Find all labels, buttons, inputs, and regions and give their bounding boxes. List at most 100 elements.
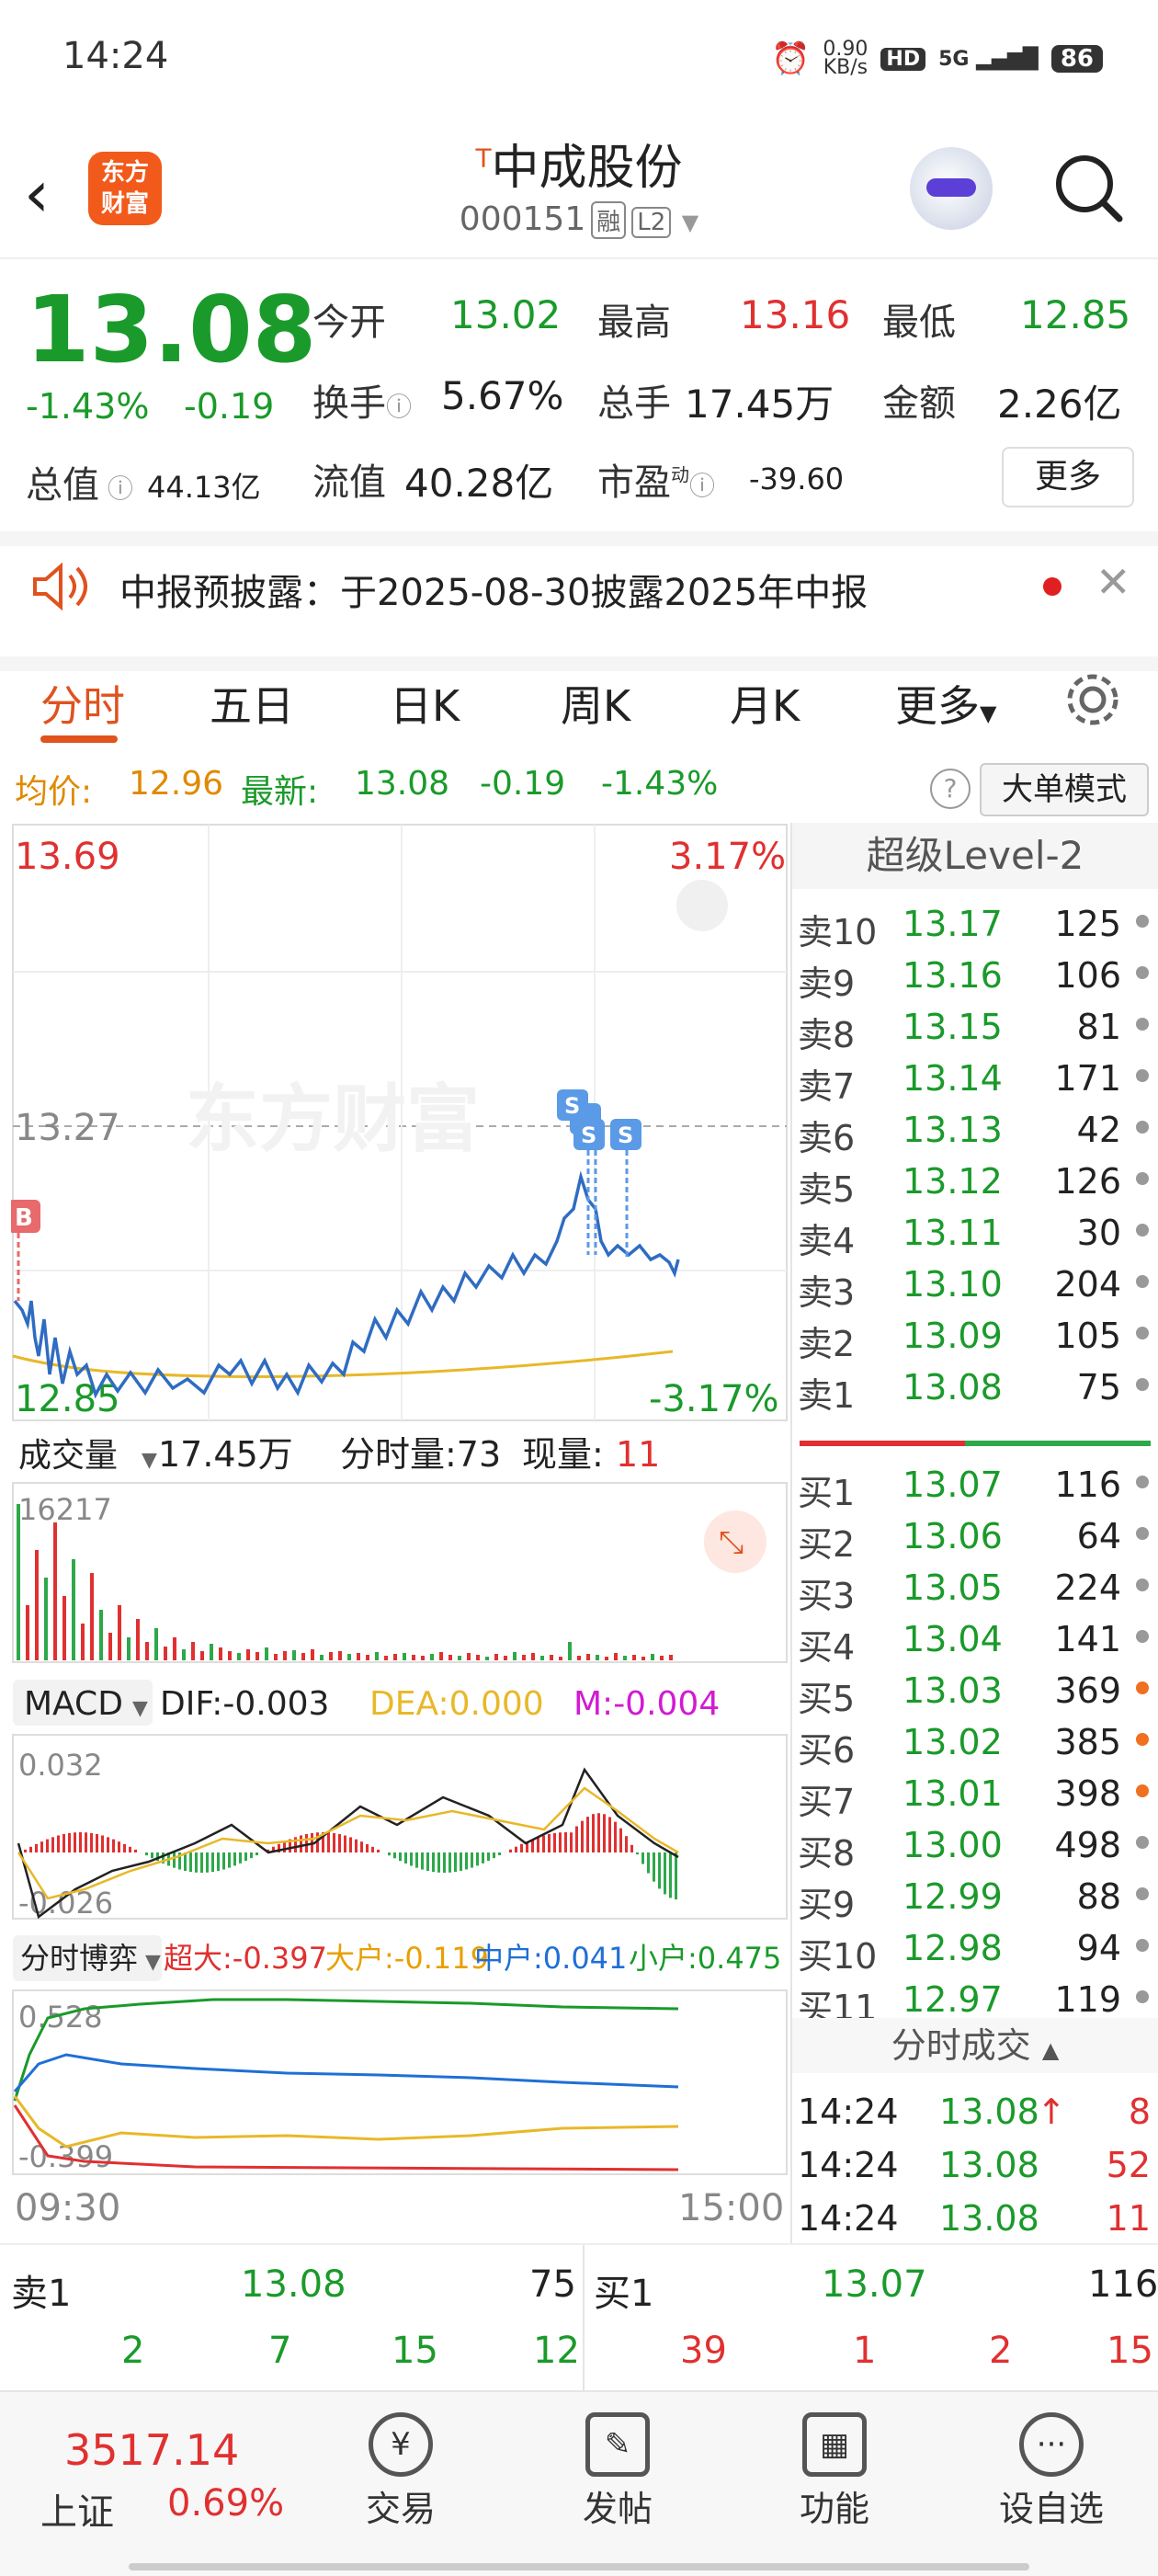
tab-five-day[interactable]: 五日 xyxy=(210,673,294,734)
macd-bar xyxy=(597,1813,600,1852)
order-dot-icon xyxy=(1136,1939,1149,1952)
macd-bar xyxy=(333,1833,335,1852)
battery-icon: 86 xyxy=(1051,45,1103,73)
macd-bar xyxy=(520,1844,523,1852)
volume-bar xyxy=(430,1654,434,1660)
macd-bar xyxy=(283,1841,286,1852)
volume-bar xyxy=(660,1656,664,1660)
low-value: 12.85 xyxy=(1020,292,1130,337)
status-bar: 14:24 ⏰ 0.90 KB/s HD 5G ▂▄▆█ 86 xyxy=(0,0,1158,120)
help-icon[interactable]: ? xyxy=(930,769,971,809)
queue-item: 15 xyxy=(392,2330,438,2372)
macd-bar xyxy=(564,1832,567,1852)
small-flow-line xyxy=(15,2000,678,2101)
nav-functions[interactable]: ▦ 功能 xyxy=(743,2392,926,2531)
order-book-row[interactable]: 卖713.14171 xyxy=(792,1051,1158,1102)
order-book-row[interactable]: 买113.07116 xyxy=(792,1457,1158,1509)
volume-bar xyxy=(118,1605,121,1660)
nav-trade[interactable]: ¥ 交易 xyxy=(309,2392,493,2531)
order-book-row[interactable]: 买1112.97119 xyxy=(792,1972,1158,2023)
intraday-chart[interactable]: 东方财富 13.69 3.17% 13.27 12.85 -3.17% B S … xyxy=(11,823,789,2243)
macd-bar xyxy=(222,1852,225,1869)
volume-bar xyxy=(136,1619,140,1660)
volume-bar xyxy=(311,1649,314,1660)
macd-bar xyxy=(653,1852,655,1882)
index-name[interactable]: 上证 xyxy=(40,2482,114,2536)
order-book-row[interactable]: 卖113.0875 xyxy=(792,1360,1158,1411)
tab-daily-k[interactable]: 日K xyxy=(390,673,460,734)
order-book-row[interactable]: 买713.01398 xyxy=(792,1766,1158,1818)
volume-label[interactable]: 成交量 xyxy=(18,1437,118,1475)
order-dot-icon xyxy=(1136,915,1149,928)
order-book-row[interactable]: 卖913.16106 xyxy=(792,948,1158,999)
volume-bar xyxy=(347,1654,351,1660)
close-icon[interactable]: ✕ xyxy=(1096,557,1131,607)
volume-bar xyxy=(448,1655,452,1660)
queue-item: 15 xyxy=(1107,2330,1153,2372)
macd-bar xyxy=(145,1852,148,1855)
volume-panel-frame xyxy=(13,1483,787,1662)
volume-bar xyxy=(90,1573,94,1660)
pe-value: -39.60 xyxy=(749,462,844,496)
order-book-row[interactable]: 卖413.1130 xyxy=(792,1205,1158,1257)
macd-bar xyxy=(559,1832,562,1852)
volume-bar xyxy=(44,1578,48,1660)
info-icon[interactable]: ⓘ xyxy=(689,471,715,501)
volume-bar xyxy=(274,1654,278,1660)
volume-bar xyxy=(559,1657,562,1660)
volume-bar xyxy=(237,1653,241,1660)
volume-bar xyxy=(283,1651,287,1660)
order-book-row[interactable]: 买513.03369 xyxy=(792,1663,1158,1715)
tab-more[interactable]: 更多▼ xyxy=(895,673,996,734)
order-book-row[interactable]: 卖513.12126 xyxy=(792,1154,1158,1205)
bottom-nav: 3517.14 上证 0.69% ¥ 交易 ✎ 发帖 ▦ 功能 ··· 设自选 xyxy=(0,2390,1158,2576)
macd-bar xyxy=(62,1834,65,1852)
order-price: 12.98 xyxy=(903,1928,1003,1968)
order-book-row[interactable]: 卖213.09105 xyxy=(792,1308,1158,1360)
order-book-row[interactable]: 买313.05224 xyxy=(792,1560,1158,1612)
order-book-row[interactable]: 买813.00498 xyxy=(792,1818,1158,1869)
order-price: 13.10 xyxy=(903,1264,1003,1305)
tab-monthly-k[interactable]: 月K xyxy=(730,673,800,734)
order-price: 13.03 xyxy=(903,1670,1003,1711)
info-icon[interactable]: ⓘ xyxy=(386,392,412,422)
y-mid-label: 13.27 xyxy=(15,1107,120,1149)
index-value[interactable]: 3517.14 xyxy=(64,2425,239,2475)
open-label: 今开 xyxy=(312,292,386,346)
more-button[interactable]: 更多 xyxy=(1002,447,1134,507)
order-book-row[interactable]: 买413.04141 xyxy=(792,1612,1158,1663)
order-price: 13.02 xyxy=(903,1722,1003,1762)
order-book-row[interactable]: 卖1013.17125 xyxy=(792,896,1158,948)
order-book-row[interactable]: 买613.02385 xyxy=(792,1715,1158,1766)
order-price: 13.06 xyxy=(903,1516,1003,1556)
search-icon[interactable] xyxy=(1053,153,1112,211)
order-book-row[interactable]: 卖813.1581 xyxy=(792,999,1158,1051)
nav-add-watchlist[interactable]: ··· 设自选 xyxy=(959,2392,1143,2531)
order-book-row[interactable]: 卖613.1342 xyxy=(792,1102,1158,1154)
big-order-mode-button[interactable]: 大单模式 xyxy=(980,763,1149,816)
tab-intraday[interactable]: 分时 xyxy=(40,673,125,734)
side-handle-icon[interactable] xyxy=(676,880,728,931)
order-dot-icon xyxy=(1136,1784,1149,1797)
nav-post[interactable]: ✎ 发帖 xyxy=(526,2392,710,2531)
macd-histogram xyxy=(24,1813,677,1899)
order-volume: 385 xyxy=(1054,1722,1121,1762)
robot-avatar-icon[interactable] xyxy=(910,147,993,230)
index-pct[interactable]: 0.69% xyxy=(167,2482,284,2525)
order-book-row[interactable]: 买213.0664 xyxy=(792,1509,1158,1560)
sell-marker-label: S xyxy=(581,1123,596,1148)
order-dot-icon xyxy=(1136,1378,1149,1391)
trades-header[interactable]: 分时成交 ▲ xyxy=(792,2018,1158,2073)
order-volume: 30 xyxy=(1077,1213,1121,1253)
settings-gear-icon[interactable] xyxy=(1062,669,1123,740)
y-max-label: 13.69 xyxy=(15,836,120,878)
tab-more-label: 更多 xyxy=(895,681,980,731)
volume-bar xyxy=(62,1596,66,1660)
trade-row: 14:2413.0811 xyxy=(792,2191,1158,2242)
order-book-row[interactable]: 卖313.10204 xyxy=(792,1257,1158,1308)
tab-weekly-k[interactable]: 周K xyxy=(561,673,630,734)
info-icon[interactable]: ⓘ xyxy=(99,473,133,504)
order-book-row[interactable]: 买1012.9894 xyxy=(792,1921,1158,1972)
order-book-row[interactable]: 买912.9988 xyxy=(792,1869,1158,1921)
current-volume-label: 现量: xyxy=(522,1434,604,1475)
